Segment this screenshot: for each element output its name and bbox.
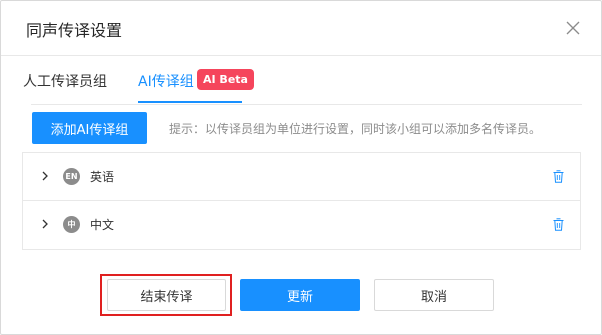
hint-text: 提示：以传译员组为单位进行设置，同时该小组可以添加多名传译员。 [169,122,542,136]
update-button[interactable]: 更新 [240,279,360,311]
tab-ai-interpreters[interactable]: AI传译组 [138,71,194,91]
trash-icon[interactable] [553,218,564,231]
chevron-right-icon[interactable] [40,170,50,182]
close-icon[interactable] [562,17,584,39]
tabs-divider [31,104,582,105]
tab-bar: 人工传译员组 AI传译组 AI Beta [1,57,601,105]
add-ai-group-button[interactable]: 添加AI传译组 [32,112,147,144]
group-row-english: EN 英语 [23,153,580,201]
active-tab-indicator [138,101,242,103]
language-badge: EN [63,168,80,185]
dialog-title: 同声传译设置 [26,21,123,40]
trash-icon[interactable] [553,170,564,183]
language-badge: 中 [63,216,80,233]
language-name: 英语 [90,170,115,184]
interpretation-settings-dialog: 同声传译设置 人工传译员组 AI传译组 AI Beta 添加AI传译组 提示：以… [0,0,602,335]
group-row-chinese: 中 中文 [23,201,580,249]
tab-manual-interpreters[interactable]: 人工传译员组 [23,71,107,91]
group-list: EN 英语 中 中文 [22,152,581,250]
language-name: 中文 [90,218,115,232]
end-interpretation-button[interactable]: 结束传译 [107,279,226,311]
ai-beta-badge: AI Beta [197,69,254,90]
chevron-right-icon[interactable] [40,218,50,230]
dialog-header: 同声传译设置 [1,1,601,56]
cancel-button[interactable]: 取消 [374,279,494,311]
